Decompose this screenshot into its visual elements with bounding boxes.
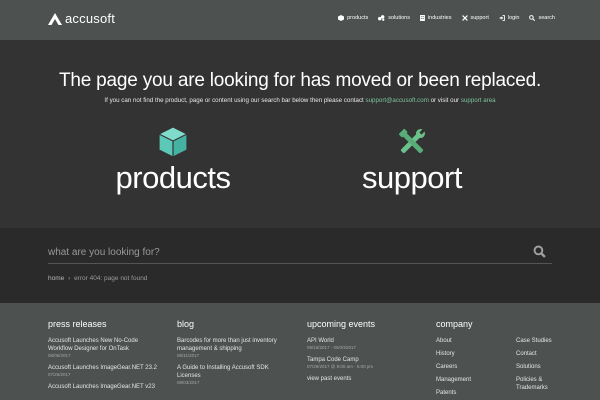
support-tile-label: support [362, 160, 462, 195]
products-tile-label: products [115, 160, 231, 195]
company-column: company About History Careers Management… [436, 319, 566, 400]
press-item-title[interactable]: Accusoft Launches ImageGear.NET 23.2 [48, 364, 163, 372]
nav-support[interactable]: support [461, 15, 489, 21]
cube-icon [158, 126, 188, 158]
nav-industries[interactable]: industries [420, 15, 452, 21]
press-item: Accusoft Launches New No-Code Workflow D… [48, 337, 163, 359]
nav-label: search [538, 15, 555, 21]
company-link-policies[interactable]: Policies & Trademarks [516, 376, 566, 392]
nav-label: products [347, 15, 369, 21]
support-tile[interactable]: support [342, 126, 482, 196]
logo-icon [48, 12, 62, 25]
event-item: Tampa Code Camp 07/29/2017 @ 8:00 am - 5… [307, 356, 417, 370]
blog-item: A Guide to Installing Accusoft SDK Licen… [177, 364, 287, 386]
nav-label: solutions [388, 15, 410, 21]
subtitle-middle: or visit our [428, 97, 461, 104]
event-item: API World 09/18/2017 - 09/20/2017 [307, 337, 417, 351]
company-link-history[interactable]: History [436, 350, 486, 358]
event-item-date: 09/18/2017 - 09/20/2017 [307, 345, 357, 350]
company-link-careers[interactable]: Careers [436, 363, 486, 371]
blog-item: Barcodes for more than just inventory ma… [177, 337, 287, 359]
blog-item-title[interactable]: Barcodes for more than just inventory ma… [177, 337, 287, 353]
site-header: accusoft products solutions industries s… [0, 0, 600, 40]
nav-search[interactable]: search [529, 15, 555, 21]
search-input[interactable] [48, 242, 552, 264]
tools-icon [461, 15, 468, 21]
blog-item-date: 08/11/2017 [177, 353, 200, 358]
press-item: Accusoft Launches ImageGear.NET v23 [48, 383, 163, 391]
nav-products[interactable]: products [338, 15, 368, 21]
search-section: home › error 404: page not found [0, 228, 600, 303]
press-item-date: 08/06/2017 [48, 353, 71, 358]
company-link-management[interactable]: Management [436, 376, 486, 384]
company-link-contact[interactable]: Contact [516, 350, 566, 358]
subtitle-prefix: If you can not find the product, page or… [104, 97, 366, 104]
search-icon [529, 15, 536, 21]
support-email-link[interactable]: support@accusoft.com [365, 97, 428, 104]
press-item-date: 07/26/2017 [48, 372, 71, 377]
main-nav: products solutions industries support lo… [338, 15, 555, 21]
press-item-title[interactable]: Accusoft Launches ImageGear.NET v23 [48, 383, 163, 391]
tools-icon [398, 128, 426, 154]
press-releases-column: press releases Accusoft Launches New No-… [48, 319, 163, 396]
blog-title: blog [177, 319, 195, 329]
press-releases-title: press releases [48, 319, 107, 329]
breadcrumb-current: error 404: page not found [74, 275, 148, 282]
nav-label: support [470, 15, 489, 21]
breadcrumb-separator: › [68, 275, 71, 282]
page-title: The page you are looking for has moved o… [58, 70, 542, 91]
event-item-date: 07/29/2017 @ 8:00 am - 5:00 pm [307, 364, 374, 369]
event-item-title[interactable]: API World [307, 337, 417, 345]
press-item-title[interactable]: Accusoft Launches New No-Code Workflow D… [48, 337, 163, 353]
accusoft-logo[interactable]: accusoft [48, 11, 115, 26]
view-past-events-link[interactable]: view past events [307, 376, 417, 382]
site-footer: press releases Accusoft Launches New No-… [0, 303, 600, 400]
blog-column: blog Barcodes for more than just invento… [177, 319, 287, 391]
company-links: About History Careers Management Patents… [436, 337, 566, 400]
nav-label: industries [427, 15, 452, 21]
company-link-case-studies[interactable]: Case Studies [516, 337, 566, 345]
company-link-solutions[interactable]: Solutions [516, 363, 566, 371]
cube-icon [338, 15, 345, 21]
company-link-about[interactable]: About [436, 337, 486, 345]
building-icon [420, 15, 425, 21]
nav-solutions[interactable]: solutions [378, 15, 410, 21]
search-button[interactable] [533, 245, 546, 263]
nav-label: login [507, 15, 520, 21]
solutions-icon [378, 15, 385, 21]
nav-login[interactable]: login [499, 15, 520, 21]
logo-text: accusoft [65, 11, 116, 26]
login-icon [499, 15, 505, 21]
press-item: Accusoft Launches ImageGear.NET 23.2 07/… [48, 364, 163, 378]
hero-subtitle: If you can not find the product, page or… [0, 97, 600, 104]
breadcrumb-home[interactable]: home [48, 275, 64, 282]
blog-item-title[interactable]: A Guide to Installing Accusoft SDK Licen… [177, 364, 287, 380]
company-title: company [436, 319, 473, 329]
search-icon [533, 245, 546, 258]
blog-item-date: 08/03/2017 [177, 380, 200, 385]
upcoming-events-column: upcoming events API World 09/18/2017 - 0… [307, 319, 417, 382]
company-links-col1: About History Careers Management Patents [436, 337, 486, 400]
products-tile[interactable]: products [103, 126, 243, 196]
support-area-link[interactable]: support area [461, 97, 496, 104]
event-item-title[interactable]: Tampa Code Camp [307, 356, 417, 364]
breadcrumb: home › error 404: page not found [48, 275, 147, 282]
company-link-patents[interactable]: Patents [436, 389, 486, 397]
error-hero: The page you are looking for has moved o… [0, 40, 600, 228]
company-links-col2: Case Studies Contact Solutions Policies … [516, 337, 566, 400]
upcoming-events-title: upcoming events [307, 319, 376, 329]
